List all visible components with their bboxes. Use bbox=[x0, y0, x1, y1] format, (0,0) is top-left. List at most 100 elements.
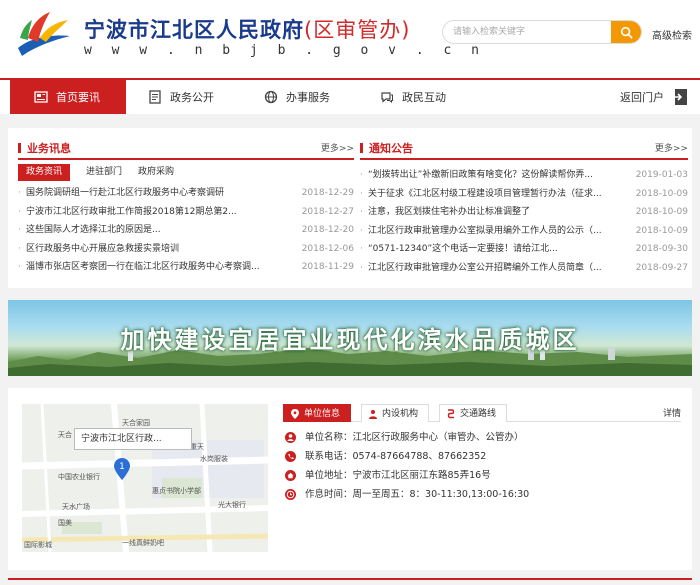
business-news-section: 业务讯息 更多>> 政务资讯 进驻部门 政府采购 · 国务院调研组一行赴江北区行政… bbox=[18, 136, 354, 277]
document-icon bbox=[149, 90, 161, 104]
svg-text:1: 1 bbox=[119, 462, 125, 472]
item-title[interactable]: “划拨转出让”补缴新旧政策有啥变化？这份解读帮你弄... bbox=[368, 166, 624, 185]
site-title-text: 宁波市江北区人民政府 bbox=[84, 18, 304, 42]
item-date: 2019-01-03 bbox=[635, 170, 688, 180]
chat-icon bbox=[381, 92, 393, 103]
nav-label: 政务公开 bbox=[170, 91, 214, 104]
globe-icon bbox=[264, 90, 278, 104]
main-nav: 首页要讯 政务公开 办事服务 政民互动 返回门户 bbox=[0, 78, 700, 114]
list-item[interactable]: · 江北区行政审批管理办公室拟录用编外工作人员的公示（... 2018-10-09 bbox=[360, 222, 688, 241]
row-value: 周一至周五：8：30-11:30,13:00-16:30 bbox=[352, 489, 530, 500]
bullet: · bbox=[360, 244, 363, 254]
notices-list: · “划拨转出让”补缴新旧政策有啥变化？这份解读帮你弄... 2019-01-03 … bbox=[360, 166, 688, 277]
section-title: 通知公告 bbox=[360, 140, 413, 156]
row-label: 作息时间： bbox=[305, 489, 353, 500]
home-icon bbox=[285, 470, 296, 481]
row-value: 江北区行政服务中心（审管办、公管办） bbox=[352, 432, 524, 443]
bullet: · bbox=[18, 262, 21, 272]
bullet: · bbox=[360, 225, 363, 236]
list-item[interactable]: · 淄博市张店区考察团一行在临江北区行政服务中心考察调... 2018-11-29 bbox=[18, 258, 354, 277]
map-label: 中国农业银行 bbox=[58, 473, 100, 481]
item-title[interactable]: 区行政服务中心开展应急救援实景培训 bbox=[26, 240, 294, 259]
list-item[interactable]: · 宁波市江北区行政审批工作简报2018第12期总第2... 2018-12-27 bbox=[18, 203, 354, 222]
bullet: · bbox=[18, 188, 21, 198]
news-subtabs: 政务资讯 进驻部门 政府采购 bbox=[18, 164, 354, 184]
row-label: 单位名称： bbox=[305, 432, 353, 443]
map-label: 天水广场 bbox=[62, 503, 90, 511]
nav-item-public[interactable]: 政务公开 bbox=[148, 80, 214, 114]
more-link[interactable]: 更多>> bbox=[321, 141, 354, 154]
search-input[interactable] bbox=[443, 21, 615, 43]
promo-banner[interactable]: 加快建设宜居宜业现代化滨水品质城区 bbox=[8, 300, 692, 376]
item-date: 2018-11-29 bbox=[301, 262, 354, 272]
section-title: 业务讯息 bbox=[18, 140, 71, 156]
map-label: 水岗服装 bbox=[200, 455, 228, 463]
site-title: 宁波市江北区人民政府(区审管办) bbox=[84, 14, 410, 44]
list-item[interactable]: · 这些国际人才选择江北的原因是... 2018-12-20 bbox=[18, 221, 354, 240]
item-title[interactable]: 淄博市张店区考察团一行在临江北区行政服务中心考察调... bbox=[26, 258, 294, 277]
more-link[interactable]: 更多>> bbox=[655, 141, 688, 154]
clock-icon bbox=[285, 489, 296, 500]
back-to-portal-link[interactable]: 返回门户 bbox=[620, 88, 690, 106]
unit-info-list: 单位名称：江北区行政服务中心（审管办、公管办） 联系电话：0574-876647… bbox=[285, 428, 529, 504]
detail-link[interactable]: 详情 bbox=[663, 406, 681, 419]
item-date: 2018-12-20 bbox=[301, 225, 354, 235]
bullet: · bbox=[18, 225, 21, 235]
tab-gov-news[interactable]: 政务资讯 bbox=[18, 164, 71, 181]
map-label: 天合家园 bbox=[122, 419, 150, 427]
tab-departments[interactable]: 进驻部门 bbox=[78, 164, 130, 181]
tab-transport[interactable]: 交通路线 bbox=[439, 404, 508, 422]
item-date: 2018-09-30 bbox=[635, 244, 688, 254]
item-date: 2018-12-29 bbox=[301, 188, 354, 198]
newspaper-icon bbox=[34, 91, 48, 103]
item-title[interactable]: 关于征求《江北区村级工程建设项目管理暂行办法（征求... bbox=[368, 185, 624, 204]
map-label: 国际影城 bbox=[24, 541, 52, 549]
bullet: · bbox=[360, 207, 363, 217]
banner-slogan: 加快建设宜居宜业现代化滨水品质城区 bbox=[120, 325, 580, 354]
phone-icon bbox=[285, 451, 296, 462]
list-item[interactable]: · “0571-12340”这个电话一定要接！请给江北... 2018-09-30 bbox=[360, 240, 688, 259]
route-icon bbox=[447, 409, 455, 419]
bullet: · bbox=[360, 170, 363, 180]
address-row: 单位地址：宁波市江北区丽江东路85弄16号 bbox=[285, 466, 529, 485]
users-icon bbox=[369, 410, 377, 419]
item-title[interactable]: 江北区行政审批管理办公室公开招聘编外工作人员简章（... bbox=[368, 259, 624, 278]
site-dept: (区审管办) bbox=[304, 18, 411, 42]
item-date: 2018-09-27 bbox=[635, 262, 688, 273]
item-title[interactable]: 注意，我区划拨住宅补办出让标准调整了 bbox=[368, 203, 624, 222]
row-label: 联系电话： bbox=[305, 451, 353, 462]
nav-label: 首页要讯 bbox=[56, 91, 100, 104]
list-item[interactable]: · 关于征求《江北区村级工程建设项目管理暂行办法（征求... 2018-10-09 bbox=[360, 185, 688, 204]
item-title[interactable]: 这些国际人才选择江北的原因是... bbox=[26, 221, 294, 240]
nav-item-home[interactable]: 首页要讯 bbox=[10, 80, 126, 114]
government-logo[interactable] bbox=[10, 8, 74, 60]
list-item[interactable]: · 江北区行政审批管理办公室公开招聘编外工作人员简章（... 2018-09-27 bbox=[360, 259, 688, 278]
list-item[interactable]: · 区行政服务中心开展应急救援实景培训 2018-12-06 bbox=[18, 240, 354, 259]
nav-item-interaction[interactable]: 政民互动 bbox=[380, 80, 446, 114]
list-item[interactable]: · “划拨转出让”补缴新旧政策有啥变化？这份解读帮你弄... 2019-01-03 bbox=[360, 166, 688, 185]
search-box bbox=[442, 20, 642, 44]
item-title[interactable]: “0571-12340”这个电话一定要接！请给江北... bbox=[368, 240, 624, 259]
item-title[interactable]: 江北区行政审批管理办公室拟录用编外工作人员的公示（... bbox=[368, 222, 624, 241]
tab-internal-org[interactable]: 内设机构 bbox=[361, 404, 430, 422]
map-label: 惠贞书院小学部 bbox=[152, 487, 201, 495]
map-label: 国美 bbox=[58, 519, 72, 527]
nav-item-service[interactable]: 办事服务 bbox=[264, 80, 330, 114]
row-value: 0574-87664788、87662352 bbox=[352, 451, 487, 462]
location-map[interactable]: 天合家园 天合 中国农业银行 天水广场 国美 惠贞书院小学部 水岗服装 光大银行… bbox=[22, 404, 268, 552]
search-button[interactable] bbox=[611, 21, 641, 43]
tab-procurement[interactable]: 政府采购 bbox=[130, 164, 182, 181]
list-item[interactable]: · 注意，我区划拨住宅补办出让标准调整了 2018-10-09 bbox=[360, 203, 688, 222]
advanced-search-link[interactable]: 高级检索 bbox=[652, 27, 692, 42]
map-pin-icon[interactable]: 1 bbox=[114, 458, 130, 480]
nav-label: 办事服务 bbox=[286, 91, 330, 104]
list-item[interactable]: · 国务院调研组一行赴江北区行政服务中心考察调研 2018-12-29 bbox=[18, 184, 354, 203]
section-header: 通知公告 更多>> bbox=[360, 136, 688, 160]
bullet: · bbox=[18, 243, 21, 254]
item-date: 2018-10-09 bbox=[635, 207, 688, 217]
tab-unit-info[interactable]: 单位信息 bbox=[283, 404, 352, 422]
user-icon bbox=[285, 432, 296, 443]
tab-label: 交通路线 bbox=[460, 409, 497, 419]
item-title[interactable]: 宁波市江北区行政审批工作简报2018第12期总第2... bbox=[26, 203, 294, 222]
item-title[interactable]: 国务院调研组一行赴江北区行政服务中心考察调研 bbox=[26, 184, 294, 203]
